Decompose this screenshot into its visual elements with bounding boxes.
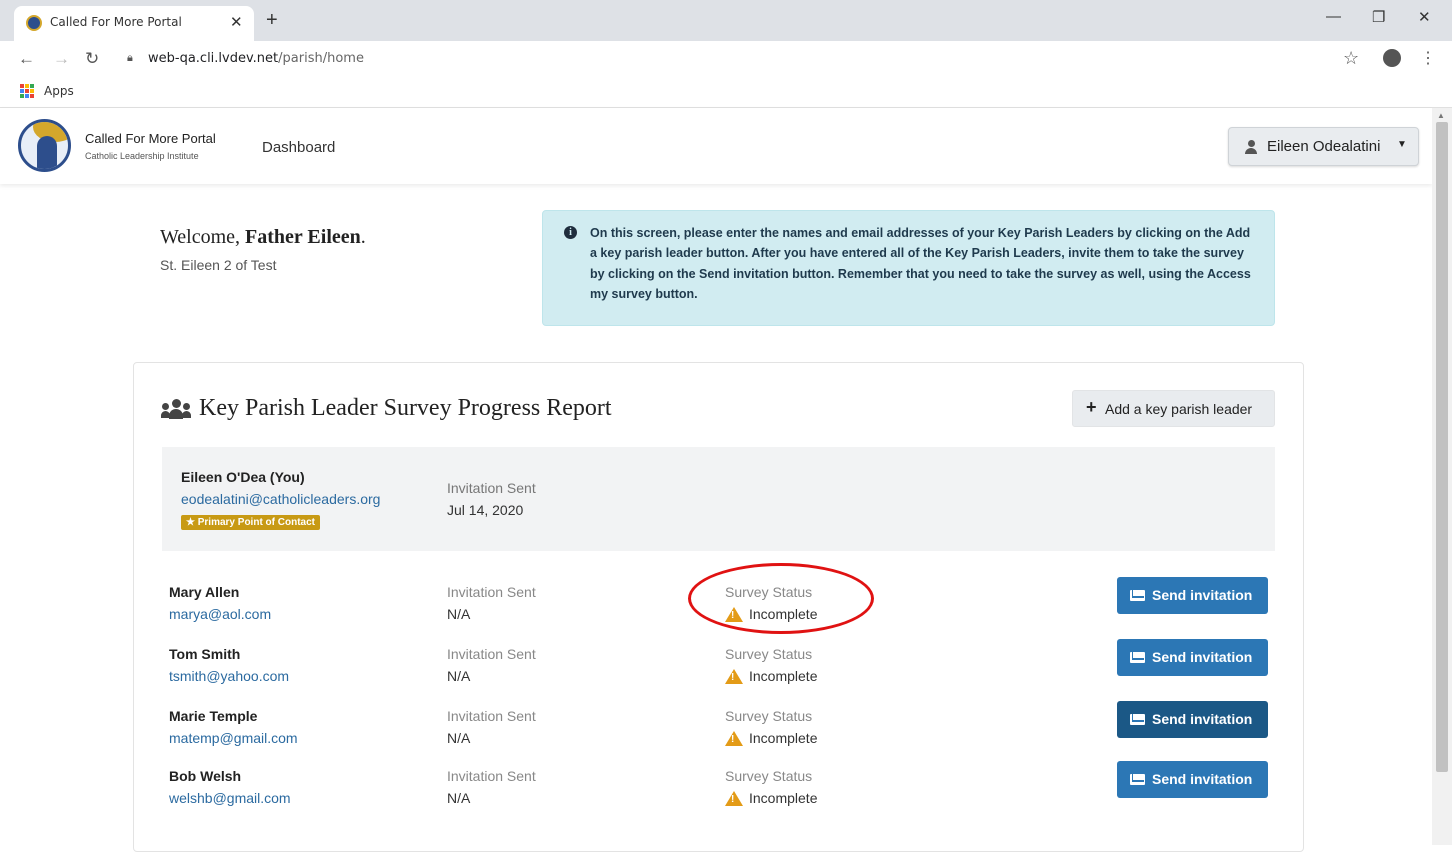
- nav-dashboard-link[interactable]: Dashboard: [262, 139, 335, 156]
- favicon-icon: [26, 15, 42, 31]
- primary-invitation-label: Invitation Sent: [447, 480, 536, 496]
- caret-down-icon: ▼: [1397, 139, 1407, 150]
- welcome-name: Father Eileen: [245, 226, 361, 248]
- bookmarks-bar: Apps: [0, 77, 1452, 108]
- leader-name: Bob Welsh: [169, 768, 242, 784]
- invitation-label: Invitation Sent: [447, 708, 536, 724]
- browser-tab-bar: Called For More Portal ✕ + — ❐ ✕: [0, 0, 1452, 41]
- leader-email-link[interactable]: marya@aol.com: [169, 606, 271, 622]
- bookmark-star-icon[interactable]: ☆: [1343, 48, 1359, 69]
- primary-invitation-date: Jul 14, 2020: [447, 502, 524, 518]
- scroll-up-icon[interactable]: ▲: [1437, 111, 1445, 120]
- scroll-thumb[interactable]: [1436, 122, 1448, 772]
- restore-icon[interactable]: ❐: [1372, 8, 1385, 26]
- envelope-icon: [1130, 590, 1145, 601]
- leader-email-link[interactable]: welshb@gmail.com: [169, 790, 291, 806]
- lock-icon: 🔒︎: [127, 52, 133, 64]
- add-key-parish-leader-button[interactable]: + Add a key parish leader: [1072, 390, 1275, 427]
- envelope-icon: [1130, 714, 1145, 725]
- apps-grid-icon[interactable]: [20, 84, 34, 98]
- minimize-icon[interactable]: —: [1326, 8, 1341, 25]
- report-title: Key Parish Leader Survey Progress Report: [199, 395, 612, 421]
- browser-tab[interactable]: Called For More Portal ✕: [14, 6, 254, 41]
- send-invitation-button[interactable]: Send invitation: [1117, 761, 1268, 798]
- brand-name[interactable]: Called For More Portal: [85, 131, 216, 146]
- tab-title: Called For More Portal: [50, 15, 182, 29]
- back-icon[interactable]: ←: [18, 49, 35, 69]
- welcome-heading: Welcome, Father Eileen.: [160, 226, 366, 249]
- survey-status-value: Incomplete: [749, 790, 818, 806]
- leader-row: Bob Welsh welshb@gmail.com Invitation Se…: [162, 761, 1275, 818]
- logo-icon[interactable]: [18, 119, 71, 172]
- user-name: Eileen Odealatini: [1267, 138, 1381, 155]
- survey-status-label: Survey Status: [725, 768, 813, 784]
- user-icon: [1245, 140, 1257, 154]
- envelope-icon: [1130, 652, 1145, 663]
- new-tab-icon[interactable]: +: [266, 10, 278, 30]
- leader-name: Marie Temple: [169, 708, 258, 724]
- parish-name: St. Eileen 2 of Test: [160, 257, 277, 273]
- brand-subtitle: Catholic Leadership Institute: [85, 151, 199, 161]
- badge-label: Primary Point of Contact: [197, 517, 315, 528]
- invitation-value: N/A: [447, 790, 471, 806]
- info-message: On this screen, please enter the names a…: [590, 226, 1251, 301]
- leader-row: Tom Smith tsmith@yahoo.com Invitation Se…: [162, 639, 1275, 696]
- welcome-suffix: .: [360, 226, 366, 248]
- send-invitation-label: Send invitation: [1152, 771, 1253, 787]
- send-invitation-label: Send invitation: [1152, 711, 1253, 727]
- page-scrollbar[interactable]: ▲: [1432, 108, 1452, 845]
- invitation-value: N/A: [447, 730, 471, 746]
- invitation-value: N/A: [447, 606, 471, 622]
- url-field[interactable]: web-qa.cli.lvdev.net/parish/home: [148, 51, 364, 66]
- reload-icon[interactable]: ↻: [85, 49, 99, 69]
- invitation-label: Invitation Sent: [447, 768, 536, 784]
- send-invitation-label: Send invitation: [1152, 649, 1253, 665]
- send-invitation-button[interactable]: Send invitation: [1117, 577, 1268, 614]
- info-alert: i On this screen, please enter the names…: [542, 210, 1275, 326]
- info-icon: i: [564, 226, 577, 239]
- leader-name: Tom Smith: [169, 646, 241, 662]
- primary-contact-row: Eileen O'Dea (You) eodealatini@catholicl…: [162, 447, 1275, 551]
- forward-icon[interactable]: →: [53, 49, 70, 69]
- url-host: web-qa.cli.lvdev.net: [148, 51, 279, 66]
- invitation-label: Invitation Sent: [447, 646, 536, 662]
- plus-icon: +: [1086, 397, 1097, 417]
- send-invitation-button[interactable]: Send invitation: [1117, 701, 1268, 738]
- add-button-label: Add a key parish leader: [1105, 401, 1253, 417]
- profile-icon[interactable]: [1383, 49, 1401, 67]
- envelope-icon: [1130, 774, 1145, 785]
- red-annotation-circle: [688, 563, 874, 634]
- survey-status-label: Survey Status: [725, 646, 813, 662]
- address-bar-row: ← → ↻ 🔒︎ web-qa.cli.lvdev.net/parish/hom…: [0, 41, 1452, 77]
- invitation-value: N/A: [447, 668, 471, 684]
- user-menu-button[interactable]: Eileen Odealatini ▼: [1228, 127, 1419, 166]
- primary-contact-badge: ★ Primary Point of Contact: [181, 515, 320, 530]
- survey-status-value: Incomplete: [749, 668, 818, 684]
- apps-bookmark[interactable]: Apps: [44, 84, 74, 98]
- invitation-label: Invitation Sent: [447, 584, 536, 600]
- primary-name: Eileen O'Dea (You): [181, 469, 305, 485]
- send-invitation-button[interactable]: Send invitation: [1117, 639, 1268, 676]
- close-tab-icon[interactable]: ✕: [230, 13, 243, 31]
- close-window-icon[interactable]: ✕: [1418, 8, 1431, 26]
- send-invitation-label: Send invitation: [1152, 587, 1253, 603]
- warning-mark: !: [731, 734, 735, 745]
- leader-name: Mary Allen: [169, 584, 240, 600]
- primary-email-link[interactable]: eodealatini@catholicleaders.org: [181, 491, 380, 507]
- page-content: Called For More Portal Catholic Leadersh…: [0, 108, 1432, 852]
- leader-email-link[interactable]: matemp@gmail.com: [169, 730, 298, 746]
- users-icon: [161, 399, 191, 419]
- leader-row: Marie Temple matemp@gmail.com Invitation…: [162, 701, 1275, 758]
- warning-mark: !: [731, 794, 735, 805]
- survey-status-label: Survey Status: [725, 708, 813, 724]
- leader-email-link[interactable]: tsmith@yahoo.com: [169, 668, 289, 684]
- welcome-greeting: Welcome,: [160, 226, 246, 248]
- star-icon: ★: [186, 517, 198, 528]
- survey-status-value: Incomplete: [749, 730, 818, 746]
- url-path: /parish/home: [278, 51, 364, 66]
- warning-mark: !: [731, 672, 735, 683]
- browser-menu-icon[interactable]: ⋮: [1420, 48, 1436, 68]
- site-navbar: Called For More Portal Catholic Leadersh…: [0, 108, 1432, 184]
